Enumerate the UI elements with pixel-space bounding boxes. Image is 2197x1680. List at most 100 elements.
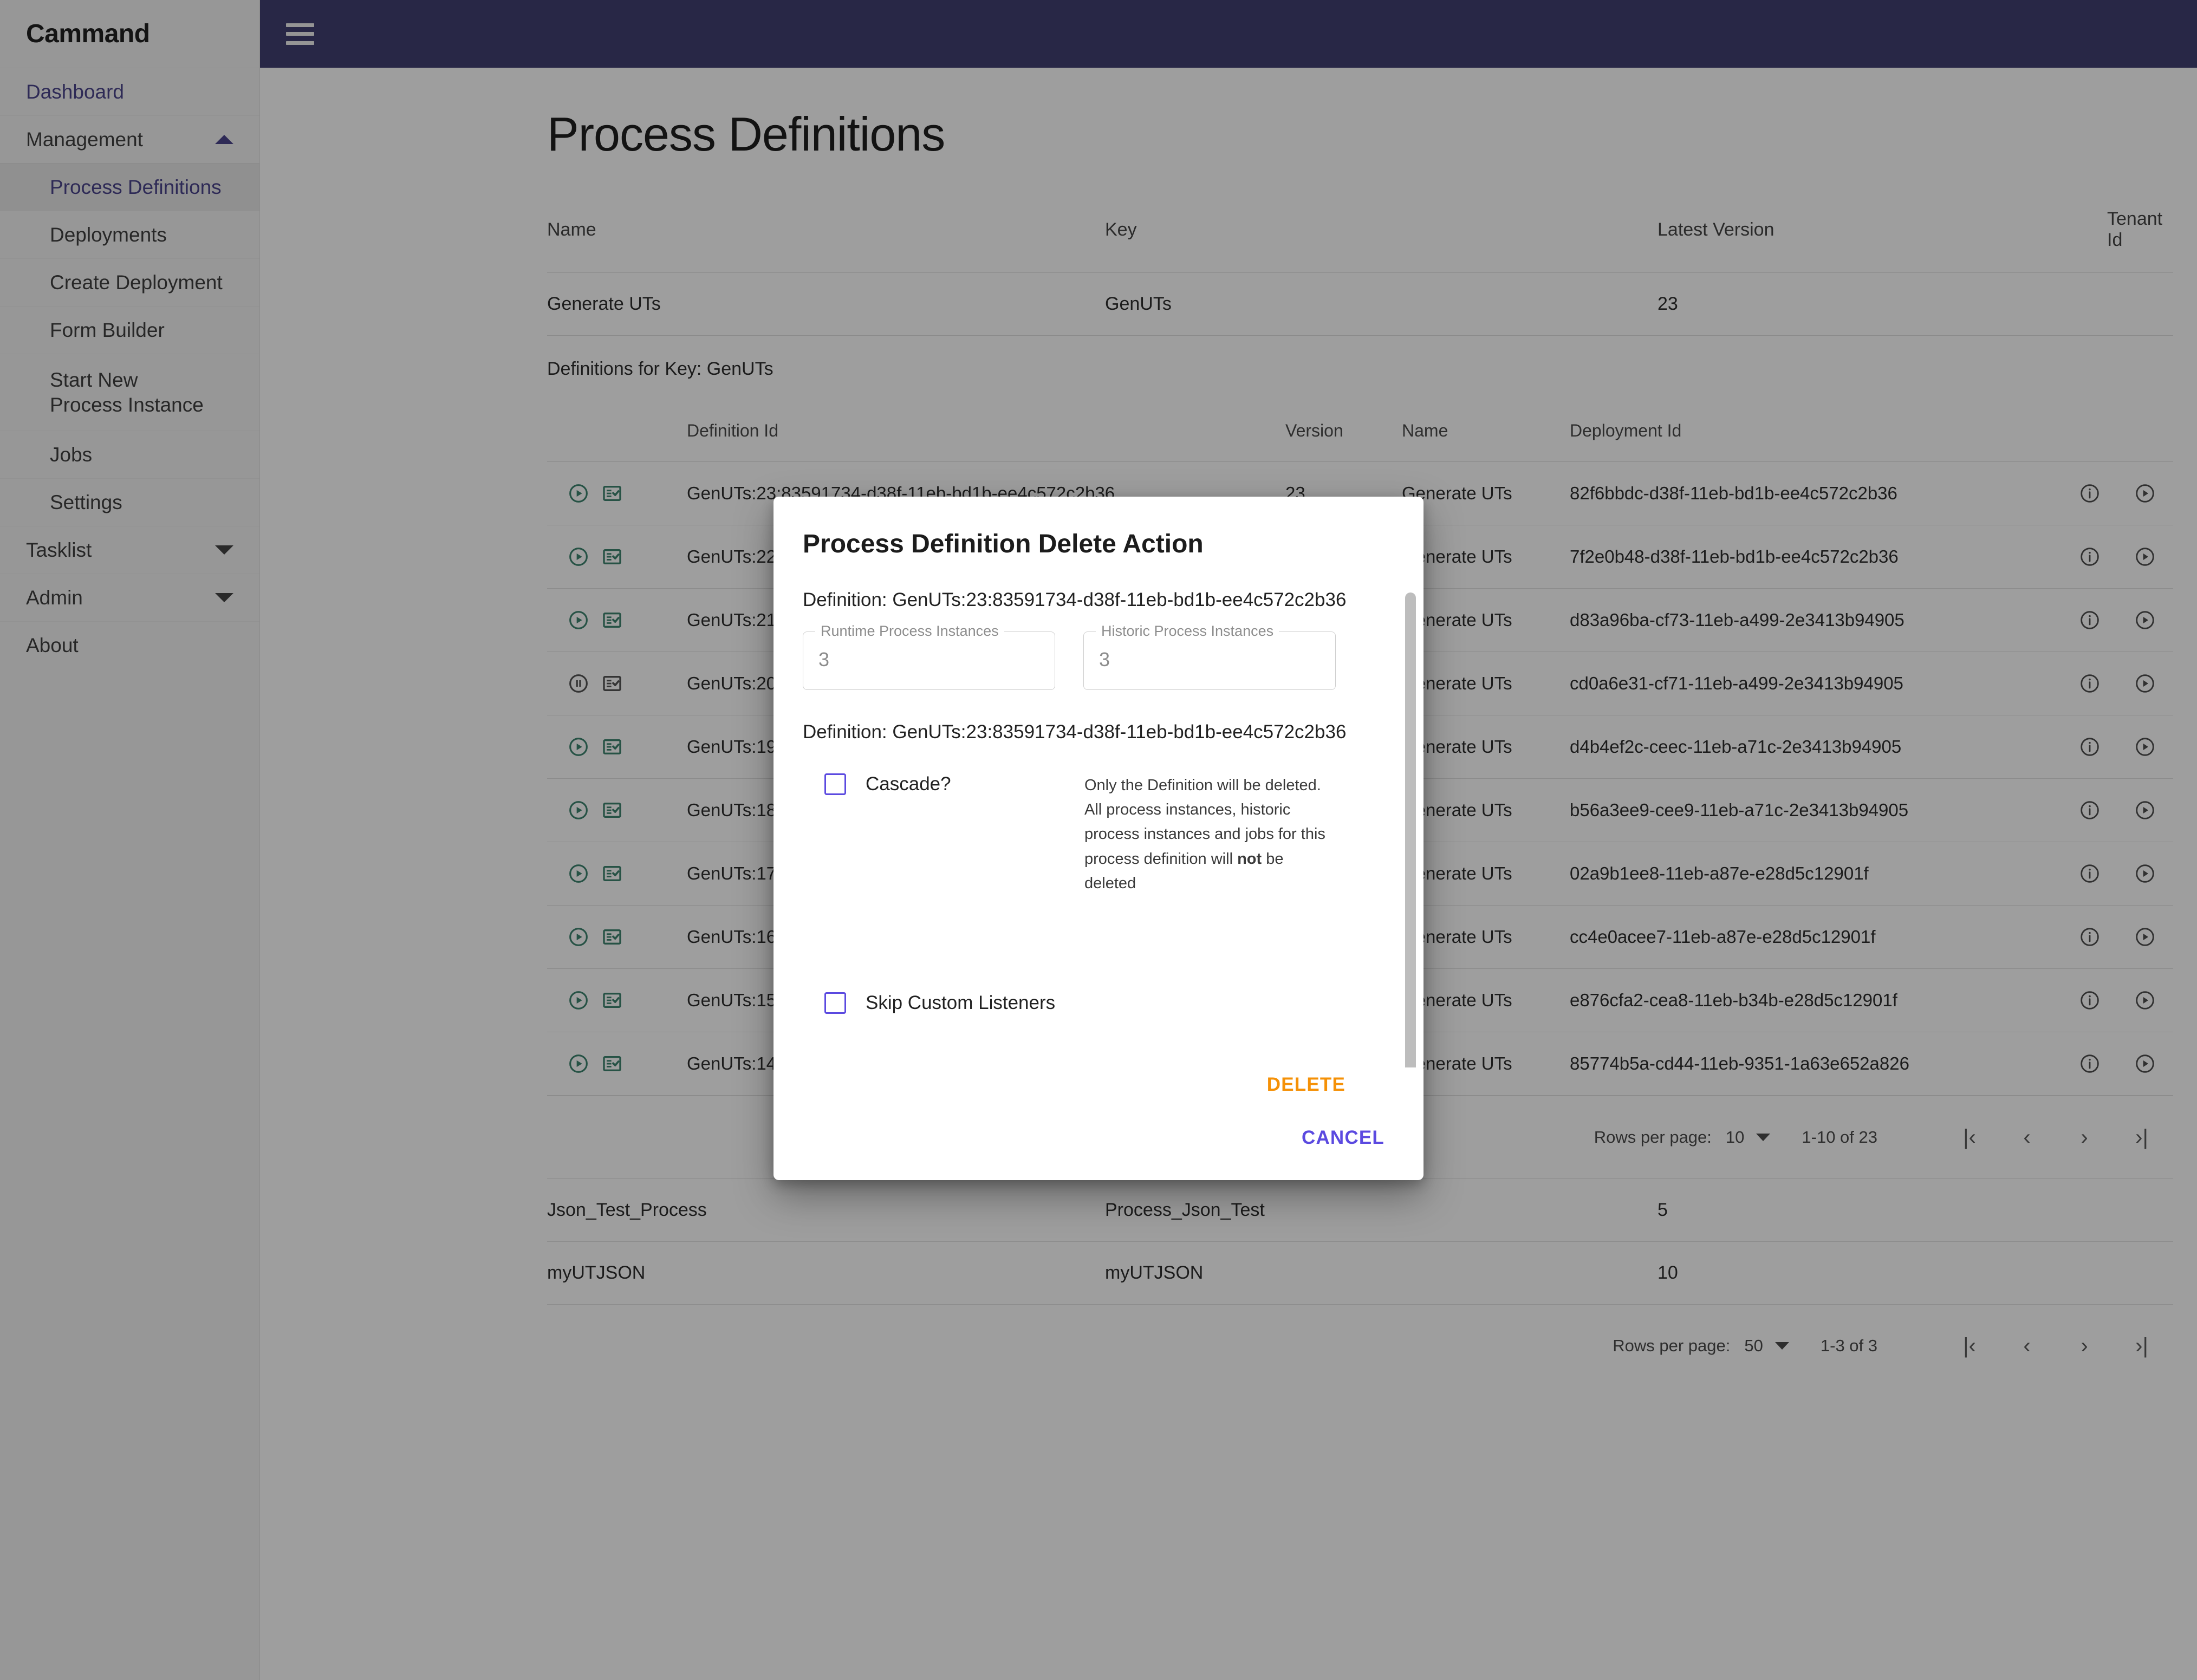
form-check-icon[interactable] [601, 799, 623, 821]
cancel-button[interactable]: CANCEL [1292, 1121, 1394, 1155]
sidebar-item-deployments[interactable]: Deployments [0, 211, 259, 258]
delete-button[interactable]: DELETE [1257, 1067, 1355, 1102]
column-header-latest-version[interactable]: Latest Version [1658, 187, 2107, 273]
previous-page-icon[interactable]: ‹ [2010, 1329, 2044, 1363]
sidebar-item-dashboard[interactable]: Dashboard [0, 68, 259, 115]
info-icon[interactable] [2079, 799, 2101, 821]
column-header-version[interactable]: Version [1285, 421, 1402, 462]
sidebar-item-start-new-process-instance[interactable]: Start New Process Instance [0, 354, 259, 431]
sidebar-item-create-deployment[interactable]: Create Deployment [0, 258, 259, 306]
rows-per-page-value[interactable]: 10 [1726, 1128, 1744, 1147]
dialog-scrollbar-thumb[interactable] [1405, 592, 1416, 1067]
form-check-icon[interactable] [601, 736, 623, 758]
form-check-icon[interactable] [601, 926, 623, 948]
app-brand: Cammand [0, 0, 259, 68]
next-page-icon[interactable]: › [2067, 1329, 2102, 1363]
chevron-down-icon[interactable] [1775, 1342, 1789, 1350]
table-row[interactable]: myUTJSON myUTJSON 10 [547, 1242, 2173, 1305]
runtime-process-instances-field[interactable]: Runtime Process Instances 3 [803, 631, 1055, 690]
sidebar-item-jobs[interactable]: Jobs [0, 431, 259, 478]
historic-process-instances-field[interactable]: Historic Process Instances 3 [1083, 631, 1336, 690]
info-icon[interactable] [2079, 926, 2101, 948]
rows-per-page-value[interactable]: 50 [1744, 1336, 1763, 1356]
info-icon[interactable] [2079, 736, 2101, 758]
column-header-key[interactable]: Key [1105, 187, 1658, 273]
start-instance-icon[interactable] [2134, 483, 2156, 504]
cell-operations [2074, 906, 2173, 969]
start-instance-icon[interactable] [2134, 863, 2156, 884]
first-page-icon[interactable]: |‹ [1952, 1120, 1987, 1155]
skip-custom-listeners-checkbox[interactable] [824, 992, 846, 1014]
form-check-icon[interactable] [601, 609, 623, 631]
previous-page-icon[interactable]: ‹ [2010, 1120, 2044, 1155]
column-header-definition-id[interactable]: Definition Id [687, 421, 1285, 462]
skip-custom-listeners-group[interactable]: Skip Custom Listeners [803, 992, 1084, 1014]
play-circle-icon[interactable] [568, 863, 589, 884]
rows-per-page-label: Rows per page: [1594, 1128, 1712, 1147]
next-page-icon[interactable]: › [2067, 1120, 2102, 1155]
column-header-name[interactable]: Name [547, 187, 1105, 273]
info-icon[interactable] [2079, 546, 2101, 568]
column-header-deployment-id[interactable]: Deployment Id [1570, 421, 2074, 462]
dialog-primary-actions: DELETE [774, 1067, 1424, 1102]
form-check-icon[interactable] [601, 483, 623, 504]
sidebar-group-tasklist[interactable]: Tasklist [0, 526, 259, 574]
info-icon[interactable] [2079, 609, 2101, 631]
table-row[interactable]: Json_Test_Process Process_Json_Test 5 [547, 1179, 2173, 1242]
cell-deployment-id: 85774b5a-cd44-11eb-9351-1a63e652a826 [1570, 1032, 2074, 1096]
cascade-checkbox[interactable] [824, 773, 846, 795]
cascade-description-part-a: Only the Definition will be deleted. All… [1084, 777, 1325, 868]
play-circle-icon[interactable] [568, 799, 589, 821]
play-circle-icon[interactable] [568, 736, 589, 758]
form-check-icon[interactable] [601, 546, 623, 568]
info-icon[interactable] [2079, 673, 2101, 694]
column-header-definition-name[interactable]: Name [1402, 421, 1570, 462]
play-circle-icon[interactable] [568, 546, 589, 568]
play-circle-icon[interactable] [568, 483, 589, 504]
info-icon[interactable] [2079, 989, 2101, 1011]
skip-custom-listeners-label: Skip Custom Listeners [866, 992, 1055, 1014]
chevron-down-icon[interactable] [1756, 1134, 1770, 1141]
cell-operations [2074, 842, 2173, 906]
start-instance-icon[interactable] [2134, 989, 2156, 1011]
column-header-tenant-id[interactable]: Tenant Id [2107, 187, 2173, 273]
play-circle-icon[interactable] [568, 989, 589, 1011]
start-instance-icon[interactable] [2134, 799, 2156, 821]
play-circle-icon[interactable] [568, 609, 589, 631]
chevron-down-icon [215, 545, 233, 555]
table-row[interactable]: Generate UTs GenUTs 23 [547, 273, 2173, 336]
sidebar-group-management[interactable]: Management [0, 115, 259, 163]
sidebar-group-admin[interactable]: Admin [0, 574, 259, 621]
start-instance-icon[interactable] [2134, 546, 2156, 568]
first-page-icon[interactable]: |‹ [1952, 1329, 1987, 1363]
start-instance-icon[interactable] [2134, 736, 2156, 758]
start-instance-icon[interactable] [2134, 926, 2156, 948]
sidebar-item-settings[interactable]: Settings [0, 478, 259, 526]
info-icon[interactable] [2079, 1053, 2101, 1075]
last-page-icon[interactable]: ›| [2124, 1120, 2159, 1155]
start-instance-icon[interactable] [2134, 1053, 2156, 1075]
last-page-icon[interactable]: ›| [2124, 1329, 2159, 1363]
form-check-icon[interactable] [601, 673, 623, 694]
cell-deployment-id: b56a3ee9-cee9-11eb-a71c-2e3413b94905 [1570, 779, 2074, 842]
cell-operations [2074, 589, 2173, 652]
info-icon[interactable] [2079, 863, 2101, 884]
sidebar-item-process-definitions[interactable]: Process Definitions [0, 163, 259, 211]
sidebar-item-form-builder[interactable]: Form Builder [0, 306, 259, 354]
play-circle-icon[interactable] [568, 1053, 589, 1075]
cascade-checkbox-group[interactable]: Cascade? [803, 773, 1084, 795]
info-icon[interactable] [2079, 483, 2101, 504]
cell-key: GenUTs [1105, 273, 1658, 336]
sidebar-item-label: Form Builder [50, 319, 165, 342]
start-instance-icon[interactable] [2134, 673, 2156, 694]
sidebar-item-about[interactable]: About [0, 621, 259, 669]
form-check-icon[interactable] [601, 989, 623, 1011]
pause-circle-icon[interactable] [568, 673, 589, 694]
start-instance-icon[interactable] [2134, 609, 2156, 631]
hamburger-icon[interactable] [286, 23, 314, 45]
cell-tenant-id [2107, 273, 2173, 336]
form-check-icon[interactable] [601, 1053, 623, 1075]
play-circle-icon[interactable] [568, 926, 589, 948]
form-check-icon[interactable] [601, 863, 623, 884]
cell-deployment-id: d4b4ef2c-ceec-11eb-a71c-2e3413b94905 [1570, 715, 2074, 779]
